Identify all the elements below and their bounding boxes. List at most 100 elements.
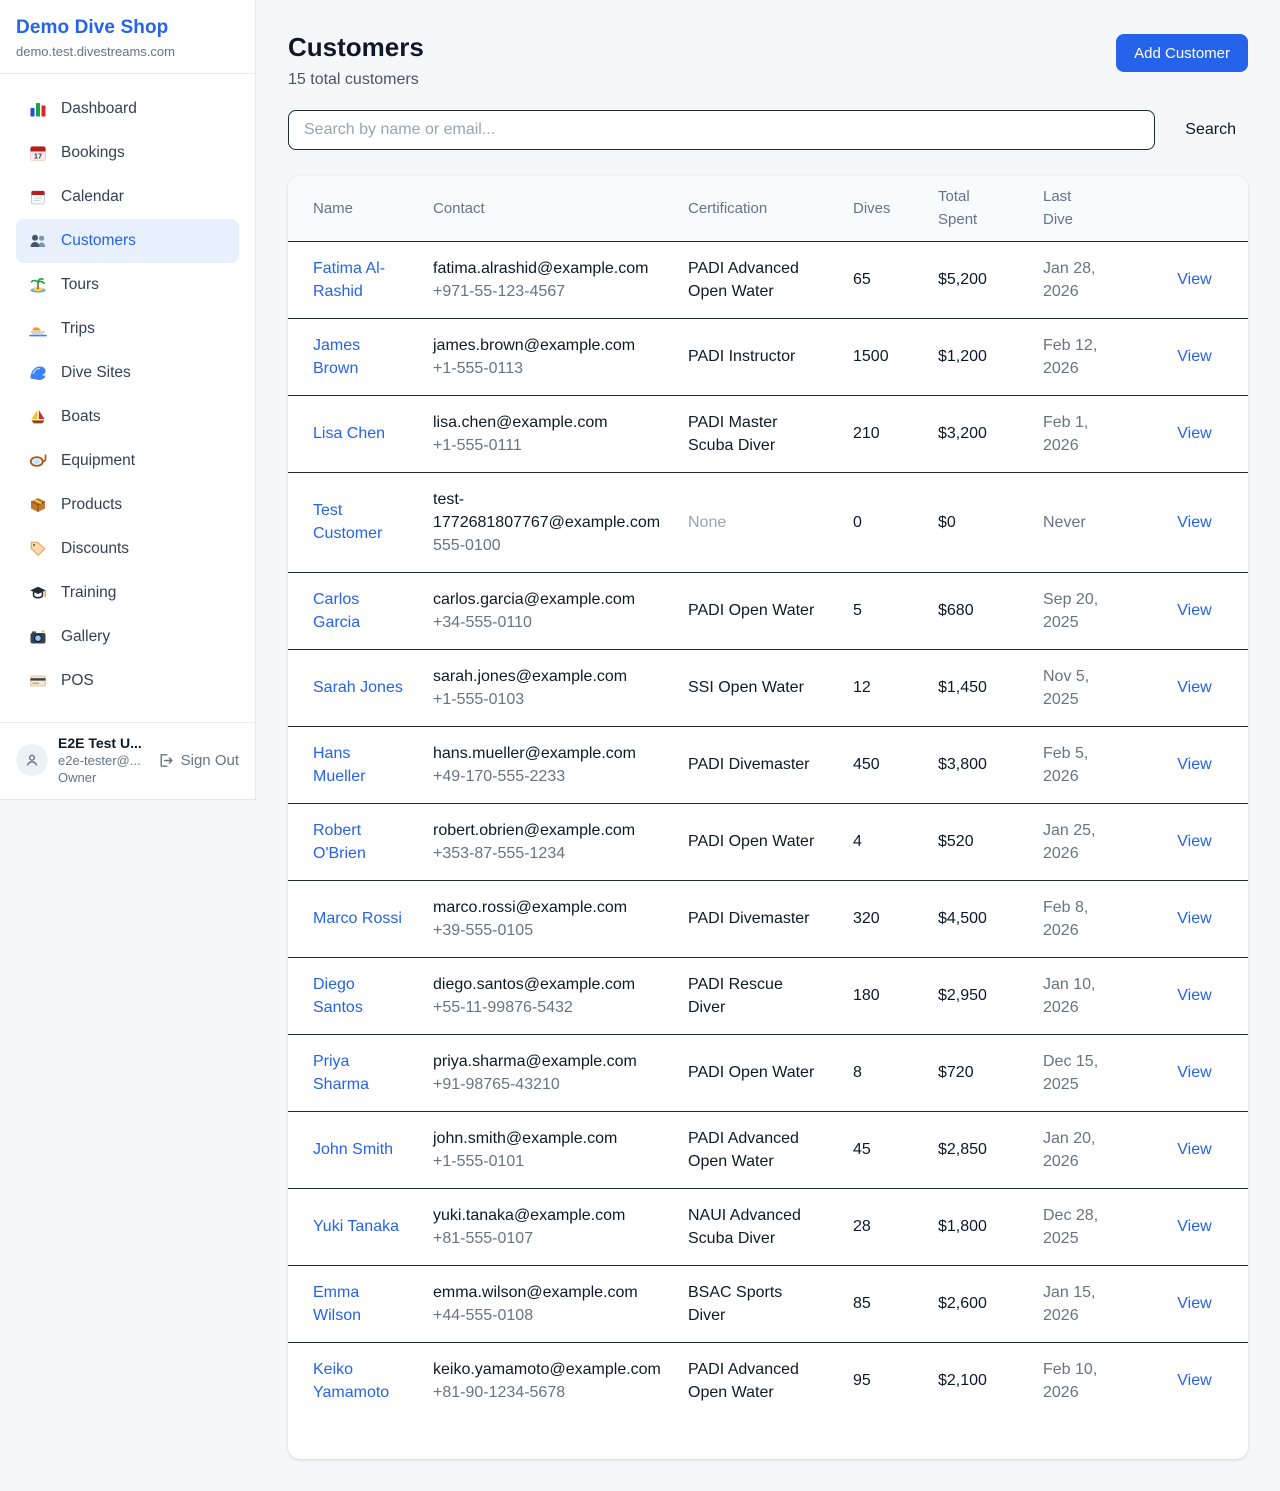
customer-name-link[interactable]: James Brown (313, 334, 405, 380)
customer-last-dive: Feb 1, 2026 (1043, 414, 1088, 454)
customer-dives: 450 (853, 756, 880, 773)
table-header-row: NameContactCertificationDivesTotal Spent… (288, 176, 1248, 241)
page-header: Customers 15 total customers Add Custome… (288, 32, 1248, 89)
package-icon (28, 496, 48, 514)
customer-phone: +1-555-0113 (433, 357, 663, 380)
customer-last-dive: Jan 25, 2026 (1043, 822, 1095, 862)
customer-last-dive: Sep 20, 2025 (1043, 591, 1098, 631)
customer-email: yuki.tanaka@example.com (433, 1204, 663, 1227)
sidebar-item-equipment[interactable]: Equipment (16, 439, 239, 483)
view-customer-link[interactable]: View (1177, 987, 1211, 1004)
view-customer-link[interactable]: View (1177, 1218, 1211, 1235)
sidebar-item-label: Products (61, 496, 122, 514)
add-customer-button[interactable]: Add Customer (1116, 34, 1248, 72)
column-header-certification: Certification (688, 176, 853, 241)
customer-total-spent: $3,200 (938, 425, 987, 442)
customer-name-link[interactable]: Hans Mueller (313, 742, 405, 788)
customers-table-card: NameContactCertificationDivesTotal Spent… (288, 176, 1248, 1459)
sidebar-nav: Dashboard 17 Bookings Calendar Customers… (0, 74, 255, 722)
sidebar: Demo Dive Shop demo.test.divestreams.com… (0, 0, 256, 800)
speedboat-icon (28, 320, 48, 338)
view-customer-link[interactable]: View (1177, 514, 1211, 531)
customer-name-link[interactable]: Keiko Yamamoto (313, 1358, 405, 1404)
sidebar-item-dive-sites[interactable]: Dive Sites (16, 351, 239, 395)
sidebar-item-discounts[interactable]: Discounts (16, 527, 239, 571)
column-header-total-spent: Total Spent (938, 176, 1043, 241)
customer-name-link[interactable]: Marco Rossi (313, 907, 402, 930)
customer-name-link[interactable]: Robert O'Brien (313, 819, 405, 865)
view-customer-link[interactable]: View (1177, 1295, 1211, 1312)
customer-name-link[interactable]: Priya Sharma (313, 1050, 405, 1096)
customer-certification: PADI Advanced Open Water (688, 1130, 799, 1170)
customer-dives: 0 (853, 514, 862, 531)
search-button[interactable]: Search (1173, 115, 1248, 145)
search-input[interactable] (288, 110, 1155, 150)
sidebar-item-dashboard[interactable]: Dashboard (16, 87, 239, 131)
sidebar-item-label: POS (61, 672, 94, 690)
customer-total-spent: $0 (938, 514, 956, 531)
tag-icon (28, 540, 48, 558)
customer-name-link[interactable]: Emma Wilson (313, 1281, 405, 1327)
customer-total-spent: $1,200 (938, 348, 987, 365)
sign-out-label: Sign Out (181, 752, 239, 769)
customer-name-link[interactable]: Carlos Garcia (313, 588, 405, 634)
table-row: John Smith john.smith@example.com +1-555… (288, 1111, 1248, 1188)
customer-name-link[interactable]: John Smith (313, 1138, 393, 1161)
customer-total-spent: $2,600 (938, 1295, 987, 1312)
table-row: Robert O'Brien robert.obrien@example.com… (288, 803, 1248, 880)
customer-certification: PADI Divemaster (688, 756, 810, 773)
view-customer-link[interactable]: View (1177, 348, 1211, 365)
customer-total-spent: $680 (938, 602, 974, 619)
sidebar-item-bookings[interactable]: 17 Bookings (16, 131, 239, 175)
view-customer-link[interactable]: View (1177, 425, 1211, 442)
sidebar-item-trips[interactable]: Trips (16, 307, 239, 351)
sidebar-item-pos[interactable]: POS (16, 659, 239, 703)
customer-name-link[interactable]: Lisa Chen (313, 422, 385, 445)
view-customer-link[interactable]: View (1177, 271, 1211, 288)
sidebar-item-training[interactable]: Training (16, 571, 239, 615)
view-customer-link[interactable]: View (1177, 910, 1211, 927)
sidebar-item-tours[interactable]: Tours (16, 263, 239, 307)
view-customer-link[interactable]: View (1177, 833, 1211, 850)
sidebar-item-customers[interactable]: Customers (16, 219, 239, 263)
customer-email: test-1772681807767@example.com (433, 488, 663, 534)
view-customer-link[interactable]: View (1177, 602, 1211, 619)
table-row: Marco Rossi marco.rossi@example.com +39-… (288, 880, 1248, 957)
customer-phone: +1-555-0103 (433, 688, 663, 711)
customer-name-link[interactable]: Test Customer (313, 499, 405, 545)
customer-email: robert.obrien@example.com (433, 819, 663, 842)
customer-last-dive: Jan 28, 2026 (1043, 260, 1095, 300)
graduation-cap-icon (28, 584, 48, 602)
customer-last-dive: Jan 20, 2026 (1043, 1130, 1095, 1170)
calendar-icon (28, 188, 48, 206)
view-customer-link[interactable]: View (1177, 1372, 1211, 1389)
customer-phone: 555-0100 (433, 534, 663, 557)
view-customer-link[interactable]: View (1177, 1064, 1211, 1081)
customer-email: marco.rossi@example.com (433, 896, 663, 919)
sidebar-item-calendar[interactable]: Calendar (16, 175, 239, 219)
table-row: Test Customer test-1772681807767@example… (288, 472, 1248, 572)
customer-name-link[interactable]: Sarah Jones (313, 676, 403, 699)
sidebar-item-label: Boats (61, 408, 101, 426)
camera-icon (28, 628, 48, 646)
sidebar-item-label: Equipment (61, 452, 135, 470)
sidebar-item-boats[interactable]: Boats (16, 395, 239, 439)
customer-certification: PADI Advanced Open Water (688, 1361, 799, 1401)
customer-certification: PADI Open Water (688, 602, 814, 619)
sidebar-item-products[interactable]: Products (16, 483, 239, 527)
view-customer-link[interactable]: View (1177, 756, 1211, 773)
view-customer-link[interactable]: View (1177, 1141, 1211, 1158)
customer-certification: PADI Open Water (688, 1064, 814, 1081)
customer-name-link[interactable]: Diego Santos (313, 973, 405, 1019)
customer-name-link[interactable]: Fatima Al-Rashid (313, 257, 405, 303)
sign-out-button[interactable]: Sign Out (157, 752, 239, 769)
customer-last-dive: Never (1043, 514, 1086, 531)
customer-phone: +44-555-0108 (433, 1304, 663, 1327)
sidebar-item-label: Calendar (61, 188, 124, 206)
sidebar-item-gallery[interactable]: Gallery (16, 615, 239, 659)
table-row: Fatima Al-Rashid fatima.alrashid@example… (288, 241, 1248, 318)
customer-total-spent: $1,450 (938, 679, 987, 696)
view-customer-link[interactable]: View (1177, 679, 1211, 696)
customer-dives: 320 (853, 910, 880, 927)
customer-name-link[interactable]: Yuki Tanaka (313, 1215, 399, 1238)
